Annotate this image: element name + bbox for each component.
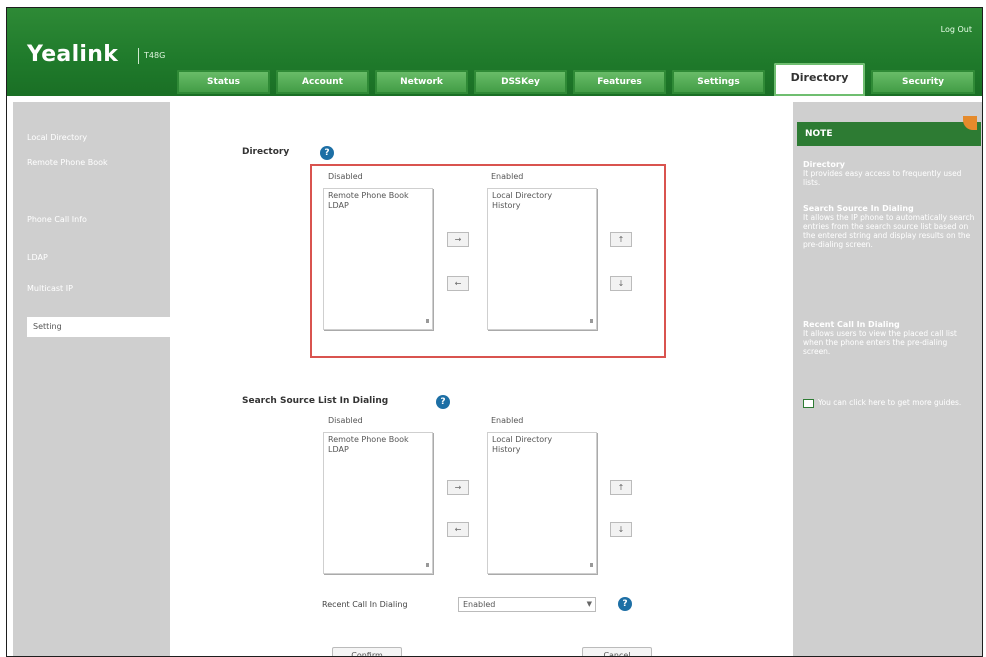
tab-security[interactable]: Security <box>871 70 975 94</box>
note-search-source: Search Source In Dialing It allows the I… <box>803 204 975 249</box>
note-heading: Recent Call In Dialing <box>803 320 900 329</box>
confirm-button[interactable]: Confirm <box>332 647 402 656</box>
list-item[interactable]: History <box>492 445 592 455</box>
book-icon <box>803 398 814 408</box>
cancel-button[interactable]: Cancel <box>582 647 652 656</box>
list-item[interactable]: Local Directory <box>492 435 592 445</box>
sidebar: Local Directory Remote Phone Book Phone … <box>13 102 170 656</box>
sidebar-item-local-directory[interactable]: Local Directory <box>27 132 163 143</box>
note-directory: Directory It provides easy access to fre… <box>803 160 975 187</box>
search-source-disabled-list[interactable]: Remote Phone Book LDAP <box>323 432 433 574</box>
directory-help-icon[interactable]: ? <box>320 146 334 160</box>
note-text: It allows the IP phone to automatically … <box>803 213 975 249</box>
tab-features[interactable]: Features <box>573 70 666 94</box>
list-item[interactable]: Remote Phone Book <box>328 435 428 445</box>
note-guides: You can click here to get more guides. <box>803 398 975 408</box>
tab-account[interactable]: Account <box>276 70 369 94</box>
search-source-move-left-button[interactable]: ← <box>447 522 469 537</box>
header-bar: Yealink T48G Log Out Status Account Netw… <box>7 8 982 96</box>
tab-network[interactable]: Network <box>375 70 468 94</box>
directory-move-left-button[interactable]: ← <box>447 276 469 291</box>
main-content: Directory ? Disabled Remote Phone Book L… <box>170 102 793 656</box>
directory-disabled-list[interactable]: Remote Phone Book LDAP <box>323 188 433 330</box>
sidebar-item-remote-phone-book[interactable]: Remote Phone Book <box>27 157 117 168</box>
note-panel: NOTE Directory It provides easy access t… <box>793 102 982 656</box>
search-source-disabled-label: Disabled <box>328 416 363 425</box>
sidebar-item-multicast-ip[interactable]: Multicast IP <box>27 283 163 294</box>
scroll-marker <box>426 319 429 323</box>
search-source-enabled-list[interactable]: Local Directory History <box>487 432 597 574</box>
recent-call-label: Recent Call In Dialing <box>322 600 408 609</box>
tab-status[interactable]: Status <box>177 70 270 94</box>
tab-settings[interactable]: Settings <box>672 70 765 94</box>
list-item[interactable]: LDAP <box>328 201 428 211</box>
chevron-down-icon: ▼ <box>586 600 592 608</box>
search-source-enabled-label: Enabled <box>491 416 524 425</box>
sidebar-item-ldap[interactable]: LDAP <box>27 252 163 263</box>
scroll-marker <box>590 319 593 323</box>
note-text: It provides easy access to frequently us… <box>803 169 962 187</box>
directory-move-up-button[interactable]: ↑ <box>610 232 632 247</box>
search-source-help-icon[interactable]: ? <box>436 395 450 409</box>
directory-enabled-label: Enabled <box>491 172 524 181</box>
note-heading: Directory <box>803 160 845 169</box>
directory-enabled-list[interactable]: Local Directory History <box>487 188 597 330</box>
note-recent-call: Recent Call In Dialing It allows users t… <box>803 320 975 356</box>
directory-move-right-button[interactable]: → <box>447 232 469 247</box>
tab-directory[interactable]: Directory <box>774 63 865 96</box>
sidebar-item-phone-call-info[interactable]: Phone Call Info <box>27 214 163 225</box>
search-source-title: Search Source List In Dialing <box>242 396 389 406</box>
search-source-move-down-button[interactable]: ↓ <box>610 522 632 537</box>
main-tabs: Status Account Network DSSKey Features S… <box>7 8 982 96</box>
note-heading: Search Source In Dialing <box>803 204 914 213</box>
list-item[interactable]: Local Directory <box>492 191 592 201</box>
note-text: It allows users to view the placed call … <box>803 329 957 356</box>
list-item[interactable]: Remote Phone Book <box>328 191 428 201</box>
list-item[interactable]: History <box>492 201 592 211</box>
list-item[interactable]: LDAP <box>328 445 428 455</box>
recent-call-help-icon[interactable]: ? <box>618 597 632 611</box>
note-guides-link[interactable]: You can click here to get more guides. <box>818 398 961 407</box>
recent-call-select[interactable]: Enabled ▼ <box>458 597 596 612</box>
note-header: NOTE <box>797 122 981 146</box>
recent-call-value: Enabled <box>463 600 496 609</box>
sidebar-item-setting[interactable]: Setting <box>27 317 170 337</box>
scroll-marker <box>426 563 429 567</box>
directory-disabled-label: Disabled <box>328 172 363 181</box>
directory-move-down-button[interactable]: ↓ <box>610 276 632 291</box>
browser-frame: Yealink T48G Log Out Status Account Netw… <box>6 7 983 657</box>
search-source-move-up-button[interactable]: ↑ <box>610 480 632 495</box>
directory-title: Directory <box>242 147 290 157</box>
scroll-marker <box>590 563 593 567</box>
tab-dsskey[interactable]: DSSKey <box>474 70 567 94</box>
search-source-move-right-button[interactable]: → <box>447 480 469 495</box>
